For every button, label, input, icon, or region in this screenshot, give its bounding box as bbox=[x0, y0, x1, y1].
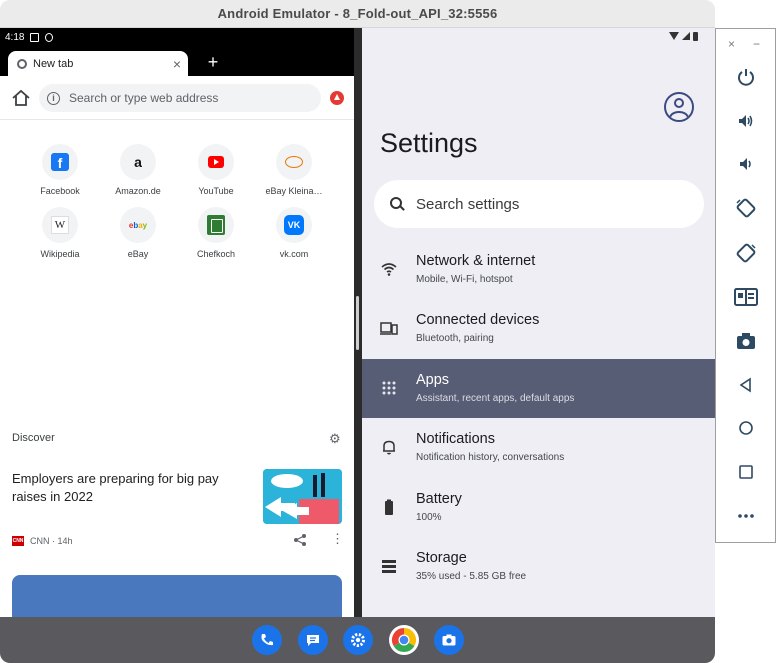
article-thumbnail[interactable] bbox=[263, 469, 342, 524]
article-source-text: CNN · 14h bbox=[30, 536, 73, 546]
messages-icon[interactable] bbox=[298, 625, 328, 655]
settings-pane: Settings Search settings Network & inter… bbox=[362, 28, 715, 617]
youtube-icon bbox=[208, 156, 224, 168]
settings-item-battery[interactable]: Battery 100% bbox=[362, 478, 715, 537]
omnibox-placeholder: Search or type web address bbox=[69, 91, 219, 105]
settings-item-apps[interactable]: Apps Assistant, recent apps, default app… bbox=[362, 359, 715, 418]
account-icon[interactable] bbox=[664, 92, 694, 122]
discover-header: Discover bbox=[12, 432, 55, 444]
ebay-kleinanzeigen-icon bbox=[285, 156, 303, 168]
share-icon[interactable] bbox=[293, 533, 307, 547]
camera-screenshot-icon[interactable] bbox=[716, 326, 775, 356]
chrome-pane: 4:18 New tab × + i Search or type web ad… bbox=[0, 28, 354, 617]
info-icon[interactable]: i bbox=[47, 91, 60, 105]
phone-icon[interactable] bbox=[252, 625, 282, 655]
taskbar bbox=[0, 617, 715, 663]
status-bar-right bbox=[362, 28, 715, 47]
search-placeholder: Search settings bbox=[416, 195, 520, 213]
home-icon[interactable] bbox=[716, 413, 775, 443]
chrome-toolbar: i Search or type web address bbox=[0, 76, 354, 120]
status-time: 4:18 bbox=[5, 32, 25, 43]
tab-strip: New tab × + bbox=[0, 47, 354, 76]
power-icon[interactable] bbox=[716, 62, 775, 92]
tab-close-icon[interactable]: × bbox=[166, 56, 188, 72]
shortcut-ebay[interactable]: ebay eBay bbox=[99, 207, 177, 259]
window-titlebar: Android Emulator - 8_Fold-out_API_32:555… bbox=[0, 0, 715, 28]
bell-icon bbox=[383, 440, 395, 455]
rotate-right-icon[interactable] bbox=[716, 238, 775, 268]
rotate-left-icon[interactable] bbox=[716, 193, 775, 223]
battery-icon bbox=[385, 499, 393, 515]
chrome-icon[interactable] bbox=[389, 625, 419, 655]
chefkoch-icon bbox=[207, 215, 225, 235]
wifi-icon bbox=[381, 263, 397, 276]
amazon-icon: a bbox=[134, 154, 142, 170]
new-tab-button[interactable]: + bbox=[203, 51, 223, 73]
shortcut-vk[interactable]: VK vk.com bbox=[255, 207, 333, 259]
notification-icon bbox=[30, 33, 40, 42]
close-icon[interactable]: × bbox=[728, 37, 735, 51]
cnn-logo-icon: CNN bbox=[12, 536, 24, 546]
sync-icon bbox=[45, 33, 54, 42]
emulator-controls: × − bbox=[715, 28, 776, 543]
facebook-icon: f bbox=[51, 153, 69, 171]
more-icon[interactable] bbox=[716, 501, 775, 531]
article-title[interactable]: Employers are preparing for big pay rais… bbox=[12, 470, 247, 506]
shortcut-wikipedia[interactable]: W Wikipedia bbox=[21, 207, 99, 259]
devices-icon bbox=[380, 322, 398, 335]
apps-grid-icon bbox=[382, 381, 396, 395]
volume-down-icon[interactable] bbox=[716, 149, 775, 179]
shortcut-facebook[interactable]: f Facebook bbox=[21, 144, 99, 196]
settings-item-storage[interactable]: Storage 35% used - 5.85 GB free bbox=[362, 537, 715, 596]
home-icon[interactable] bbox=[10, 87, 32, 109]
status-bar: 4:18 bbox=[0, 28, 354, 47]
camera-icon[interactable] bbox=[434, 625, 464, 655]
tab-new-tab[interactable]: New tab × bbox=[8, 51, 188, 76]
settings-item-connected-devices[interactable]: Connected devices Bluetooth, pairing bbox=[362, 299, 715, 358]
wifi-status-icon bbox=[669, 32, 679, 40]
shortcut-youtube[interactable]: YouTube bbox=[177, 144, 255, 196]
more-options-icon[interactable]: ⋮ bbox=[331, 532, 344, 546]
settings-icon[interactable] bbox=[343, 625, 373, 655]
battery-status-icon bbox=[693, 32, 698, 41]
settings-item-notifications[interactable]: Notifications Notification history, conv… bbox=[362, 418, 715, 477]
fold-icon[interactable] bbox=[716, 282, 775, 312]
storage-icon bbox=[382, 560, 396, 573]
overview-icon[interactable] bbox=[716, 457, 775, 487]
article-card[interactable] bbox=[12, 575, 342, 617]
vk-icon: VK bbox=[284, 215, 304, 235]
minimize-icon[interactable]: − bbox=[753, 37, 760, 51]
settings-item-network[interactable]: Network & internet Mobile, Wi-Fi, hotspo… bbox=[362, 240, 715, 299]
shortcut-ebay-kleinanzeigen[interactable]: eBay Kleina… bbox=[255, 144, 333, 196]
shortcut-amazon[interactable]: a Amazon.de bbox=[99, 144, 177, 196]
volume-up-icon[interactable] bbox=[716, 106, 775, 136]
wikipedia-icon: W bbox=[51, 216, 69, 234]
chrome-favicon-icon bbox=[17, 58, 27, 69]
article-source: CNN CNN · 14h bbox=[12, 536, 73, 546]
tab-label: New tab bbox=[33, 57, 74, 70]
window-title: Android Emulator - 8_Fold-out_API_32:555… bbox=[217, 6, 498, 21]
omnibox[interactable]: i Search or type web address bbox=[39, 84, 321, 112]
shortcut-chefkoch[interactable]: Chefkoch bbox=[177, 207, 255, 259]
back-icon[interactable] bbox=[716, 370, 775, 400]
split-handle[interactable] bbox=[356, 296, 359, 350]
discover-settings-icon[interactable]: ⚙ bbox=[329, 431, 341, 447]
emulator-window: Android Emulator - 8_Fold-out_API_32:555… bbox=[0, 0, 715, 663]
page-title: Settings bbox=[380, 128, 478, 158]
signal-status-icon bbox=[682, 32, 690, 40]
ebay-icon: ebay bbox=[128, 220, 148, 230]
search-settings-field[interactable]: Search settings bbox=[374, 180, 704, 228]
extension-icon[interactable] bbox=[330, 91, 344, 105]
search-icon bbox=[390, 197, 404, 211]
